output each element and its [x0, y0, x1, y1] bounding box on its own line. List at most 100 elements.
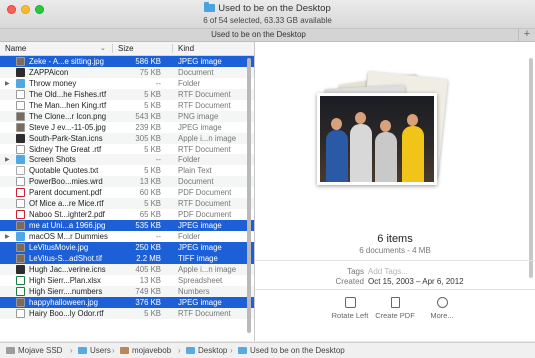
file-row[interactable]: LeVitus-S...adShot.tif 2.2 MB TIFF image	[0, 252, 254, 264]
image-icon	[16, 221, 25, 231]
file-name: The Man...hen King.rtf	[29, 100, 107, 110]
file-kind: Numbers	[178, 286, 210, 296]
disclosure-triangle-icon[interactable]: ▶	[5, 156, 10, 163]
file-name: Parent document.pdf	[29, 188, 102, 198]
file-size: 2.2 MB	[136, 253, 161, 263]
disclosure-triangle-icon[interactable]: ▶	[5, 233, 10, 240]
file-row[interactable]: Parent document.pdf 60 KB PDF Document	[0, 187, 254, 198]
file-rows: Zeke - A...e sitting.jpg 586 KB JPEG image…	[0, 56, 254, 319]
column-separator[interactable]	[172, 44, 173, 53]
column-header-kind[interactable]: Kind	[178, 44, 194, 53]
file-kind: Document	[178, 67, 214, 77]
spreadsheet-icon	[16, 286, 25, 296]
file-row[interactable]: LeVitusMovie.jpg 250 KB JPEG image	[0, 241, 254, 253]
file-row[interactable]: happyhalloween.jpg 376 KB JPEG image	[0, 296, 254, 308]
doc-icon	[16, 144, 25, 154]
file-row[interactable]: ▶ Screen Shots -- Folder	[0, 154, 254, 166]
file-kind: Plain Text	[178, 166, 212, 176]
file-kind: RTF Document	[178, 89, 231, 99]
file-list[interactable]: Name ⌄ Size Kind Zeke - A...e sitting.jp…	[0, 42, 255, 341]
text-icon	[16, 166, 25, 176]
tags-field[interactable]: Add Tags...	[368, 267, 408, 276]
chevron-down-icon: ⌄	[100, 45, 106, 52]
file-row[interactable]: Naboo St...ighter2.pdf 65 KB PDF Document	[0, 209, 254, 220]
file-name: Throw money	[29, 78, 77, 88]
app-icon	[16, 264, 25, 274]
file-row[interactable]: The Clone...r Icon.png 543 KB PNG image	[0, 110, 254, 122]
path-item-current-folder[interactable]: Used to be on the Desktop	[238, 346, 345, 355]
file-row[interactable]: The Old...he Fishes.rtf 5 KB RTF Document	[0, 88, 254, 100]
photo-figure	[375, 132, 397, 182]
photo-figure	[402, 126, 424, 182]
more-button[interactable]: More...	[412, 297, 472, 320]
file-kind: RTF Document	[178, 308, 231, 318]
file-row[interactable]: High Sierr....numbers 749 KB Numbers	[0, 285, 254, 297]
pdf-icon	[16, 210, 25, 220]
column-separator[interactable]	[112, 44, 113, 53]
file-name: Of Mice a...re Mice.rtf	[29, 199, 104, 209]
file-size: 405 KB	[135, 264, 161, 274]
file-row[interactable]: ▶ Throw money -- Folder	[0, 78, 254, 89]
path-item-desktop[interactable]: Desktop	[186, 346, 227, 355]
tab-current[interactable]: Used to be on the Desktop	[0, 30, 517, 39]
file-name: PowerBoo...mies.wrd	[29, 177, 103, 187]
file-row[interactable]: Zeke - A...e sitting.jpg 586 KB JPEG image	[0, 56, 254, 67]
file-name: macOS M...r Dummies	[29, 232, 108, 241]
file-kind: JPEG image	[178, 242, 222, 252]
file-kind: JPEG image	[178, 122, 222, 132]
status-text: 6 of 54 selected, 63.33 GB available	[203, 16, 332, 25]
file-name: LeVitusMovie.jpg	[29, 242, 89, 252]
file-row[interactable]: ZAPPAicon 75 KB Document	[0, 66, 254, 78]
chevron-right-icon: ›	[230, 346, 233, 355]
path-item-users[interactable]: Users	[78, 346, 111, 355]
disclosure-triangle-icon[interactable]: ▶	[5, 80, 10, 87]
file-row[interactable]: The Man...hen King.rtf 5 KB RTF Document	[0, 100, 254, 111]
file-kind: Folder	[178, 155, 201, 165]
doc-icon	[16, 100, 25, 110]
path-label: Desktop	[198, 346, 228, 355]
file-size: 5 KB	[144, 100, 161, 110]
file-row[interactable]: High Sierr...Plan.xlsx 13 KB Spreadsheet	[0, 275, 254, 286]
more-label: More...	[430, 311, 454, 320]
preview-photo	[317, 93, 437, 185]
file-row[interactable]: South-Park-Stan.icns 305 KB Apple i...n im…	[0, 132, 254, 144]
column-header-size[interactable]: Size	[118, 44, 134, 53]
home-icon	[120, 347, 129, 354]
doc-icon	[16, 89, 25, 99]
file-row[interactable]: ▶ macOS M...r Dummies -- Folder	[0, 231, 254, 242]
folder-icon	[186, 347, 195, 354]
created-label: Created	[335, 277, 364, 286]
photo-figure-head	[380, 120, 391, 132]
file-kind: RTF Document	[178, 100, 231, 110]
file-row[interactable]: Of Mice a...re Mice.rtf 5 KB RTF Document	[0, 198, 254, 210]
file-row[interactable]: me at Uni...a 1966.jpg 535 KB JPEG image	[0, 220, 254, 231]
file-row[interactable]: Hugh Jac...verine.icns 405 KB Apple i...n …	[0, 263, 254, 275]
new-tab-button[interactable]: +	[518, 29, 535, 41]
file-size: --	[155, 78, 161, 88]
file-size: 65 KB	[139, 210, 161, 220]
tags-label: Tags	[347, 267, 364, 276]
file-size: 60 KB	[139, 188, 161, 198]
column-header-name[interactable]: Name	[5, 44, 26, 53]
app-icon	[16, 133, 25, 143]
path-item-mojavebob[interactable]: mojavebob	[120, 346, 171, 355]
list-scrollbar[interactable]	[247, 58, 251, 333]
file-name: The Old...he Fishes.rtf	[29, 89, 107, 99]
file-row[interactable]: Sidney The Great .rtf 5 KB RTF Document	[0, 144, 254, 155]
items-summary: 6 documents - 4 MB	[359, 246, 431, 255]
photo-figure	[326, 130, 348, 182]
file-kind: PDF Document	[178, 210, 232, 220]
path-item-mojave-ssd[interactable]: Mojave SSD	[6, 346, 62, 355]
file-row[interactable]: PowerBoo...mies.wrd 13 KB Document	[0, 176, 254, 188]
photo-figure-head	[355, 112, 366, 124]
preview-pane: 6 items 6 documents - 4 MB Tags Add Tags…	[255, 42, 535, 341]
file-kind: Folder	[178, 78, 201, 88]
file-row[interactable]: Hairy Boo...ly Odor.rtf 5 KB RTF Document	[0, 307, 254, 319]
file-name: happyhalloween.jpg	[29, 297, 98, 307]
file-row[interactable]: Steve J ev...-11-05.jpg 239 KB JPEG image	[0, 122, 254, 133]
document-icon	[390, 297, 400, 308]
file-name: Sidney The Great .rtf	[29, 144, 102, 154]
image-icon	[16, 297, 25, 307]
preview-scrollbar[interactable]	[529, 58, 533, 278]
file-row[interactable]: Quotable Quotes.txt 5 KB Plain Text	[0, 165, 254, 176]
